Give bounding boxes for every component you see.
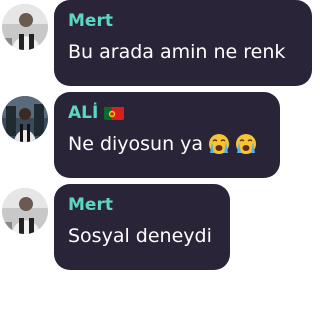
sender-name[interactable]: ALİ bbox=[68, 102, 266, 124]
profile-photo-icon bbox=[2, 188, 48, 234]
avatar[interactable] bbox=[2, 188, 48, 234]
profile-photo-icon bbox=[2, 4, 48, 50]
message-text: Bu arada amin ne renk bbox=[68, 40, 298, 64]
loudly-crying-face-icon bbox=[235, 133, 257, 155]
sender-name-label: Mert bbox=[68, 11, 113, 31]
chat-thread: Mert Bu arada amin ne renk ALİ Ne diyosu… bbox=[0, 0, 312, 320]
sender-name[interactable]: Mert bbox=[68, 10, 298, 32]
message-bubble[interactable]: Mert Sosyal deneydi bbox=[54, 184, 230, 270]
message-text-label: Bu arada amin ne renk bbox=[68, 41, 286, 63]
avatar[interactable] bbox=[2, 96, 48, 142]
avatar[interactable] bbox=[2, 4, 48, 50]
message-text: Ne diyosun ya bbox=[68, 132, 266, 156]
sender-name-label: ALİ bbox=[68, 103, 99, 123]
sender-name[interactable]: Mert bbox=[68, 194, 216, 216]
sender-name-label: Mert bbox=[68, 195, 113, 215]
portugal-flag-icon bbox=[104, 106, 125, 120]
message-text-label: Ne diyosun ya bbox=[68, 133, 204, 155]
message-text-label: Sosyal deneydi bbox=[68, 225, 212, 247]
profile-photo-icon bbox=[2, 96, 48, 142]
loudly-crying-face-icon bbox=[208, 133, 230, 155]
message-bubble[interactable]: Mert Bu arada amin ne renk bbox=[54, 0, 312, 86]
message-bubble[interactable]: ALİ Ne diyosun ya bbox=[54, 92, 280, 178]
message-text: Sosyal deneydi bbox=[68, 224, 216, 248]
